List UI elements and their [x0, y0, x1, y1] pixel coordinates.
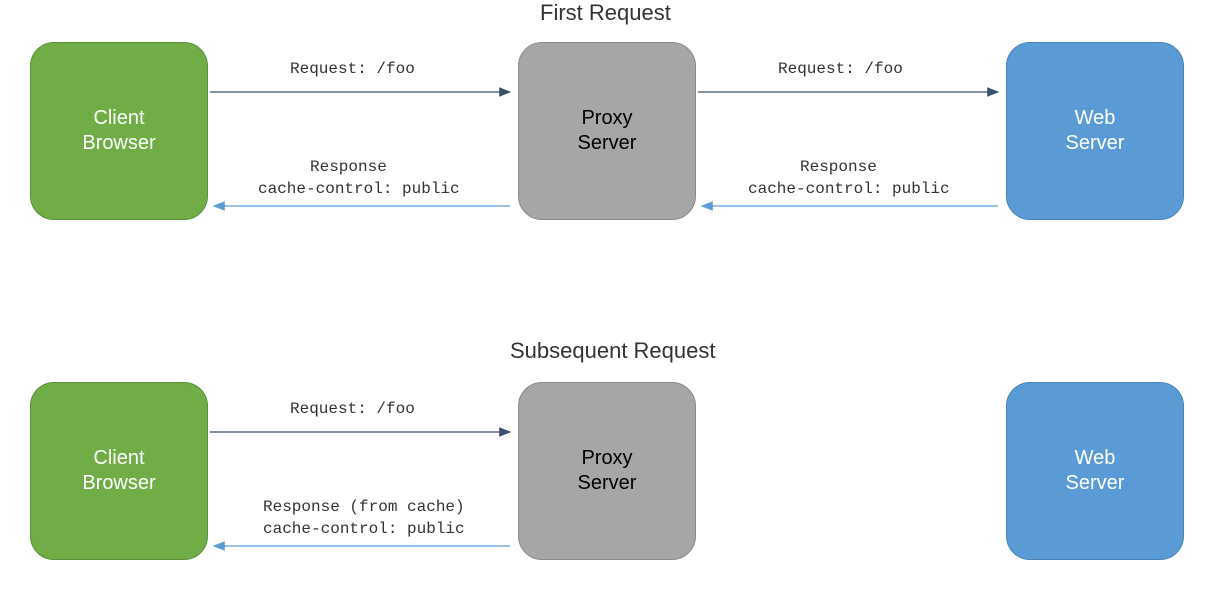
- resp-label-left-1-l2: cache-control: public: [258, 180, 460, 198]
- proxy2-label-l2: Server: [578, 471, 637, 496]
- client-browser-box-2: Client Browser: [30, 382, 208, 560]
- proxy2-label-l1: Proxy: [581, 446, 632, 471]
- client-label-l2: Browser: [82, 131, 155, 156]
- client2-label-l2: Browser: [82, 471, 155, 496]
- proxy-label-l2: Server: [578, 131, 637, 156]
- client2-label-l1: Client: [93, 446, 144, 471]
- resp-arrow-right-1: [698, 200, 1002, 212]
- web2-label-l1: Web: [1075, 446, 1116, 471]
- resp-arrow-left-1: [210, 200, 514, 212]
- resp-label-right-1-l1: Response: [800, 158, 877, 176]
- web-server-box-1: Web Server: [1006, 42, 1184, 220]
- client-browser-box-1: Client Browser: [30, 42, 208, 220]
- web-label-l2: Server: [1066, 131, 1125, 156]
- web-server-box-2: Web Server: [1006, 382, 1184, 560]
- section-title-subsequent: Subsequent Request: [510, 338, 716, 364]
- resp-arrow-left-2: [210, 540, 514, 552]
- section-title-first: First Request: [540, 0, 671, 26]
- proxy-server-box-2: Proxy Server: [518, 382, 696, 560]
- proxy-server-box-1: Proxy Server: [518, 42, 696, 220]
- web-label-l1: Web: [1075, 106, 1116, 131]
- req-arrow-right-1: [698, 86, 1002, 98]
- diagram-canvas: First Request Client Browser Proxy Serve…: [0, 0, 1213, 613]
- resp-label-right-1-l2: cache-control: public: [748, 180, 950, 198]
- client-label-l1: Client: [93, 106, 144, 131]
- proxy-label-l1: Proxy: [581, 106, 632, 131]
- req-arrow-left-1: [210, 86, 514, 98]
- req-arrow-left-2: [210, 426, 514, 438]
- req-label-right-1: Request: /foo: [778, 60, 903, 78]
- resp-label-left-1-l1: Response: [310, 158, 387, 176]
- req-label-left-2: Request: /foo: [290, 400, 415, 418]
- resp-label-left-2-l2: cache-control: public: [263, 520, 465, 538]
- web2-label-l2: Server: [1066, 471, 1125, 496]
- req-label-left-1: Request: /foo: [290, 60, 415, 78]
- resp-label-left-2-l1: Response (from cache): [263, 498, 465, 516]
